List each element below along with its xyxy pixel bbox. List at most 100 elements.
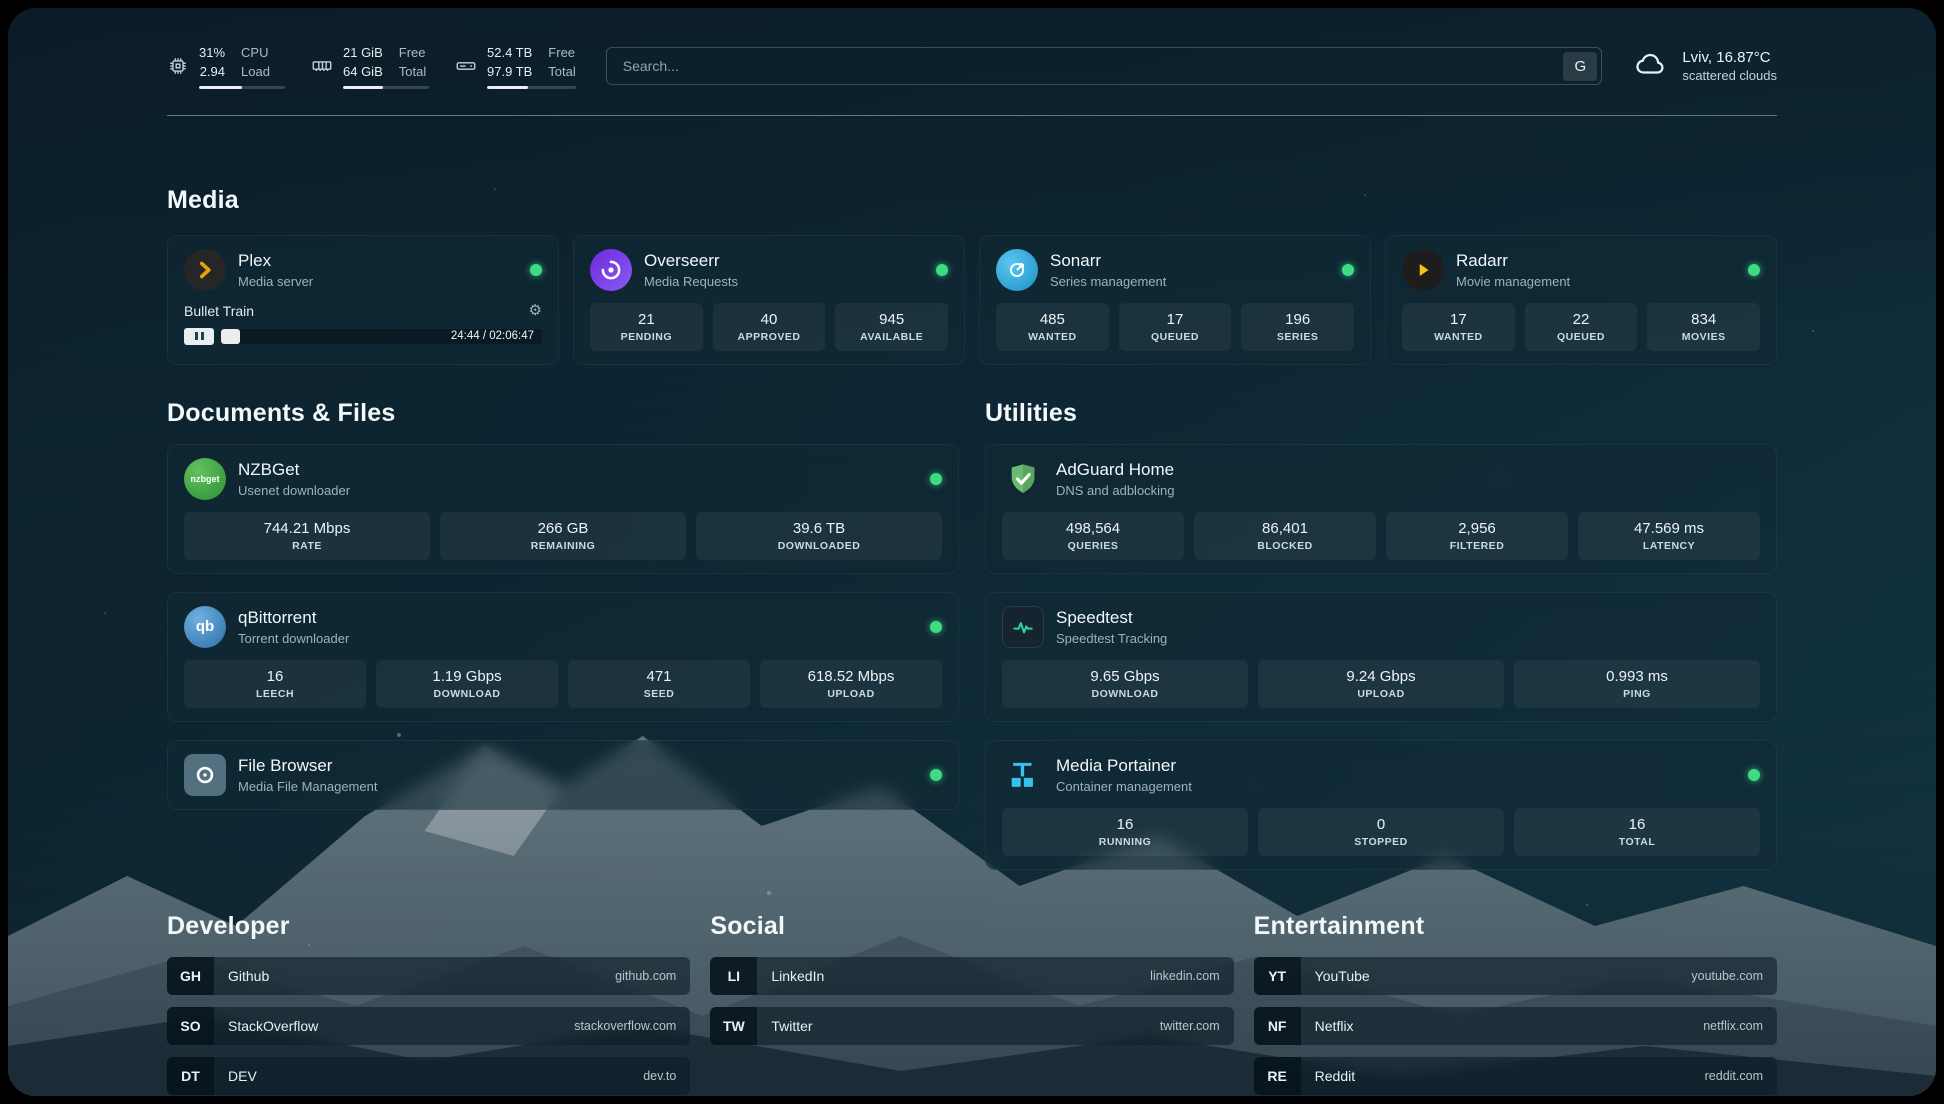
section-title-entertainment: Entertainment — [1254, 912, 1777, 941]
card-subtitle: Usenet downloader — [238, 483, 918, 498]
stat-value: 22 — [1573, 311, 1590, 328]
card-plex[interactable]: Plex Media server Bullet Train ⚙ 24:4 — [167, 235, 559, 365]
card-nzbget[interactable]: nzbget NZBGet Usenet downloader 744.21 M… — [167, 444, 959, 574]
section-title-developer: Developer — [167, 912, 690, 941]
search-bar[interactable]: G — [606, 47, 1603, 85]
bookmark-github[interactable]: GH Github github.com — [167, 957, 690, 995]
bookmark-abbr: GH — [167, 957, 214, 995]
radarr-icon — [1402, 249, 1444, 291]
stat-rate: 744.21 Mbps RATE — [184, 512, 430, 560]
dashboard-window: 31% 2.94 CPU Load — [8, 8, 1936, 1096]
qbittorrent-icon-text: qb — [196, 618, 214, 635]
stat-value: 498,564 — [1066, 520, 1120, 537]
playback-progress-fill — [221, 329, 240, 344]
bookmark-dev[interactable]: DT DEV dev.to — [167, 1057, 690, 1095]
bookmark-url: dev.to — [643, 1069, 676, 1083]
card-speedtest[interactable]: Speedtest Speedtest Tracking 9.65 Gbps D… — [985, 592, 1777, 722]
card-overseerr[interactable]: Overseerr Media Requests 21 PENDING 40 A… — [573, 235, 965, 365]
card-subtitle: Media File Management — [238, 779, 918, 794]
section-media: Media Plex Media server — [167, 186, 1777, 365]
stat-label: WANTED — [1434, 331, 1483, 343]
stat-value: 16 — [267, 668, 284, 685]
stat-queries: 498,564 QUERIES — [1002, 512, 1184, 560]
stat-value: 16 — [1629, 816, 1646, 833]
bookmark-abbr: TW — [710, 1007, 757, 1045]
card-filebrowser[interactable]: File Browser Media File Management — [167, 740, 959, 810]
search-provider-button[interactable]: G — [1563, 52, 1597, 81]
card-adguard[interactable]: AdGuard Home DNS and adblocking 498,564 … — [985, 444, 1777, 574]
bookmark-reddit[interactable]: RE Reddit reddit.com — [1254, 1057, 1777, 1095]
stat-label: TOTAL — [1619, 836, 1656, 848]
bookmark-abbr: NF — [1254, 1007, 1301, 1045]
bookmark-group-entertainment: Entertainment YT YouTube youtube.com NF … — [1254, 912, 1777, 1096]
card-title: qBittorrent — [238, 608, 918, 628]
cpu-usage-bar — [199, 86, 285, 89]
qbittorrent-icon: qb — [184, 606, 226, 648]
bookmark-url: youtube.com — [1691, 969, 1763, 983]
bookmark-twitter[interactable]: TW Twitter twitter.com — [710, 1007, 1233, 1045]
memory-usage-bar — [343, 86, 429, 89]
bookmark-linkedin[interactable]: LI LinkedIn linkedin.com — [710, 957, 1233, 995]
disk-usage-bar — [487, 86, 576, 89]
stat-value: 21 — [638, 311, 655, 328]
disk-total-value: 97.9 TB — [487, 63, 532, 82]
card-title: Speedtest — [1056, 608, 1760, 628]
stat-download: 9.65 Gbps DOWNLOAD — [1002, 660, 1248, 708]
status-dot — [930, 769, 942, 781]
bookmark-url: reddit.com — [1705, 1069, 1763, 1083]
card-portainer[interactable]: Media Portainer Container management 16 … — [985, 740, 1777, 870]
disk-free-label: Free — [548, 44, 575, 63]
bookmark-name: YouTube — [1315, 968, 1370, 984]
stat-label: BLOCKED — [1257, 540, 1312, 552]
stat-filtered: 2,956 FILTERED — [1386, 512, 1568, 560]
memory-total-label: Total — [399, 63, 426, 82]
disk-total-label: Total — [548, 63, 575, 82]
stat-label: LATENCY — [1643, 540, 1695, 552]
cpu-load-value: 2.94 — [199, 63, 225, 82]
stat-remaining: 266 GB REMAINING — [440, 512, 686, 560]
stat-label: STOPPED — [1354, 836, 1408, 848]
stat-movies: 834 MOVIES — [1647, 303, 1760, 351]
stat-series: 196 SERIES — [1241, 303, 1354, 351]
search-input[interactable] — [621, 57, 1564, 75]
card-qbittorrent[interactable]: qb qBittorrent Torrent downloader 16 — [167, 592, 959, 722]
stat-value: 266 GB — [538, 520, 589, 537]
stat-pending: 21 PENDING — [590, 303, 703, 351]
stat-value: 40 — [761, 311, 778, 328]
status-dot — [1748, 769, 1760, 781]
gear-icon[interactable]: ⚙ — [529, 303, 542, 318]
bookmark-abbr: DT — [167, 1057, 214, 1095]
card-sonarr[interactable]: Sonarr Series management 485 WANTED 17 Q… — [979, 235, 1371, 365]
stat-upload: 9.24 Gbps UPLOAD — [1258, 660, 1504, 708]
stat-value: 9.24 Gbps — [1346, 668, 1415, 685]
stat-label: RUNNING — [1099, 836, 1152, 848]
stat-value: 1.19 Gbps — [432, 668, 501, 685]
stat-value: 0.993 ms — [1606, 668, 1668, 685]
section-utilities: Utilities — [985, 399, 1777, 870]
weather-location: Lviv, 16.87°C — [1682, 49, 1777, 66]
stat-label: UPLOAD — [1357, 688, 1404, 700]
stat-value: 9.65 Gbps — [1090, 668, 1159, 685]
stat-download: 1.19 Gbps DOWNLOAD — [376, 660, 558, 708]
stat-value: 485 — [1040, 311, 1065, 328]
bookmark-youtube[interactable]: YT YouTube youtube.com — [1254, 957, 1777, 995]
stat-label: AVAILABLE — [860, 331, 923, 343]
playback-progress-bar[interactable]: 24:44 / 02:06:47 — [221, 329, 542, 344]
card-radarr[interactable]: Radarr Movie management 17 WANTED 22 QUE… — [1385, 235, 1777, 365]
header-divider — [167, 115, 1777, 116]
status-dot — [930, 621, 942, 633]
card-title: Overseerr — [644, 251, 924, 271]
stat-available: 945 AVAILABLE — [835, 303, 948, 351]
weather-condition: scattered clouds — [1682, 68, 1777, 83]
card-subtitle: Media server — [238, 274, 518, 289]
stat-value: 744.21 Mbps — [264, 520, 351, 537]
stat-label: REMAINING — [531, 540, 596, 552]
stat-ping: 0.993 ms PING — [1514, 660, 1760, 708]
bookmark-url: github.com — [615, 969, 676, 983]
bookmark-stackoverflow[interactable]: SO StackOverflow stackoverflow.com — [167, 1007, 690, 1045]
pause-button[interactable] — [184, 328, 214, 345]
bookmark-netflix[interactable]: NF Netflix netflix.com — [1254, 1007, 1777, 1045]
card-subtitle: Movie management — [1456, 274, 1736, 289]
cpu-icon — [167, 55, 189, 77]
stat-label: PENDING — [621, 331, 672, 343]
